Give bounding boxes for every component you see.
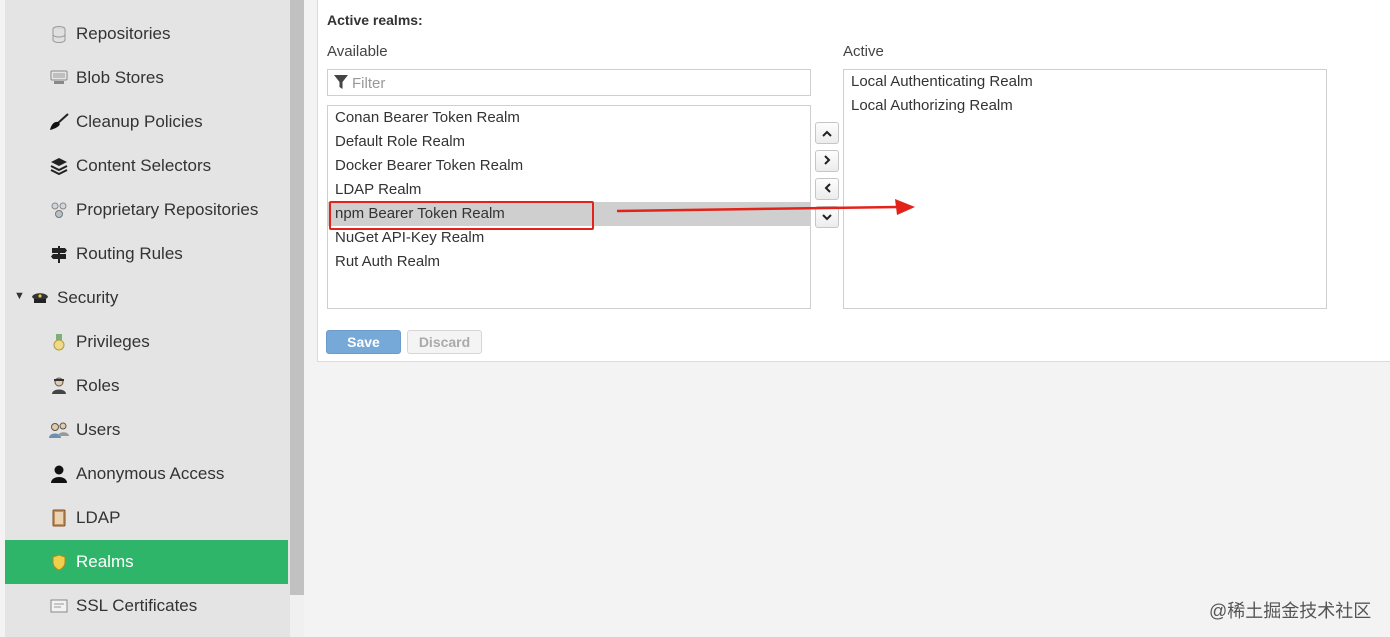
sidebar-scrollbar-thumb[interactable]: [290, 0, 304, 595]
sidebar-item-content-selectors[interactable]: Content Selectors: [5, 144, 288, 188]
sidebar-item-ldap[interactable]: LDAP: [5, 496, 288, 540]
chevron-up-icon: [822, 124, 832, 142]
active-label: Active: [843, 43, 884, 60]
sidebar-item-privileges[interactable]: Privileges: [5, 320, 288, 364]
filter-input[interactable]: [352, 73, 802, 93]
police-hat-icon: [30, 289, 50, 307]
sidebar-item-cleanup-policies[interactable]: Cleanup Policies: [5, 100, 288, 144]
sidebar-item-label: SSL Certificates: [76, 596, 198, 615]
sidebar-item-label: Privileges: [76, 332, 150, 351]
server-icon: [49, 69, 69, 87]
users-icon: [49, 421, 69, 439]
sidebar-item-label: Routing Rules: [76, 244, 183, 263]
sidebar-item-label: Anonymous Access: [76, 464, 225, 483]
chevron-right-icon: [823, 152, 831, 170]
signpost-icon: [49, 245, 69, 263]
sidebar-item-security[interactable]: ▼ Security: [5, 276, 288, 320]
certificate-icon: [49, 597, 69, 615]
sidebar-item-anonymous-access[interactable]: Anonymous Access: [5, 452, 288, 496]
list-item[interactable]: Docker Bearer Token Realm: [328, 154, 810, 178]
sidebar-item-label: LDAP: [76, 508, 121, 527]
save-button[interactable]: Save: [326, 330, 401, 354]
sidebar-item-label: Proprietary Repositories: [76, 200, 259, 219]
list-item[interactable]: Conan Bearer Token Realm: [328, 106, 810, 130]
sidebar-item-roles[interactable]: Roles: [5, 364, 288, 408]
discard-button[interactable]: Discard: [407, 330, 482, 354]
user-silhouette-icon: [49, 465, 69, 483]
sidebar-item-label: Users: [76, 420, 121, 439]
layers-icon: [49, 157, 69, 175]
sidebar-item-label: Cleanup Policies: [76, 112, 203, 131]
shield-icon: [49, 553, 69, 571]
list-item[interactable]: Rut Auth Realm: [328, 250, 810, 274]
watermark: @稀土掘金技术社区: [1209, 601, 1372, 621]
broom-icon: [49, 113, 69, 131]
filter-field[interactable]: [327, 69, 811, 96]
database-icon: [49, 25, 69, 43]
address-book-icon: [49, 509, 69, 527]
annotation-arrow-icon: [616, 199, 915, 215]
sidebar-item-label: Security: [57, 288, 119, 307]
caret-down-icon[interactable]: ▼: [14, 290, 25, 302]
sidebar-item-label: Roles: [76, 376, 120, 395]
sidebar-item-label: Blob Stores: [76, 68, 164, 87]
cluster-icon: [49, 201, 69, 219]
sidebar-item-label: Repositories: [76, 24, 171, 43]
add-to-active-button[interactable]: [815, 150, 839, 172]
list-item[interactable]: Local Authenticating Realm: [844, 70, 1326, 94]
sidebar-item-proprietary-repositories[interactable]: Proprietary Repositories: [5, 188, 288, 232]
list-item[interactable]: Default Role Realm: [328, 130, 810, 154]
list-item[interactable]: Local Authorizing Realm: [844, 94, 1326, 118]
sidebar-item-ssl-certificates[interactable]: SSL Certificates: [5, 584, 288, 628]
sidebar-item-repositories[interactable]: Repositories: [5, 12, 288, 56]
sidebar-item-label: Realms: [76, 552, 134, 571]
section-title: Active realms:: [327, 12, 423, 28]
sidebar-item-label: Content Selectors: [76, 156, 212, 175]
sidebar-item-blob-stores[interactable]: Blob Stores: [5, 56, 288, 100]
user-role-icon: [49, 377, 69, 395]
sidebar-item-routing-rules[interactable]: Routing Rules: [5, 232, 288, 276]
medal-icon: [49, 333, 69, 351]
filter-icon: [334, 75, 348, 95]
move-up-button[interactable]: [815, 122, 839, 144]
list-item[interactable]: NuGet API-Key Realm: [328, 226, 810, 250]
active-realms-list[interactable]: Local Authenticating Realm Local Authori…: [843, 69, 1327, 309]
available-label: Available: [327, 43, 388, 60]
sidebar-item-users[interactable]: Users: [5, 408, 288, 452]
sidebar-item-realms[interactable]: Realms: [5, 540, 288, 584]
